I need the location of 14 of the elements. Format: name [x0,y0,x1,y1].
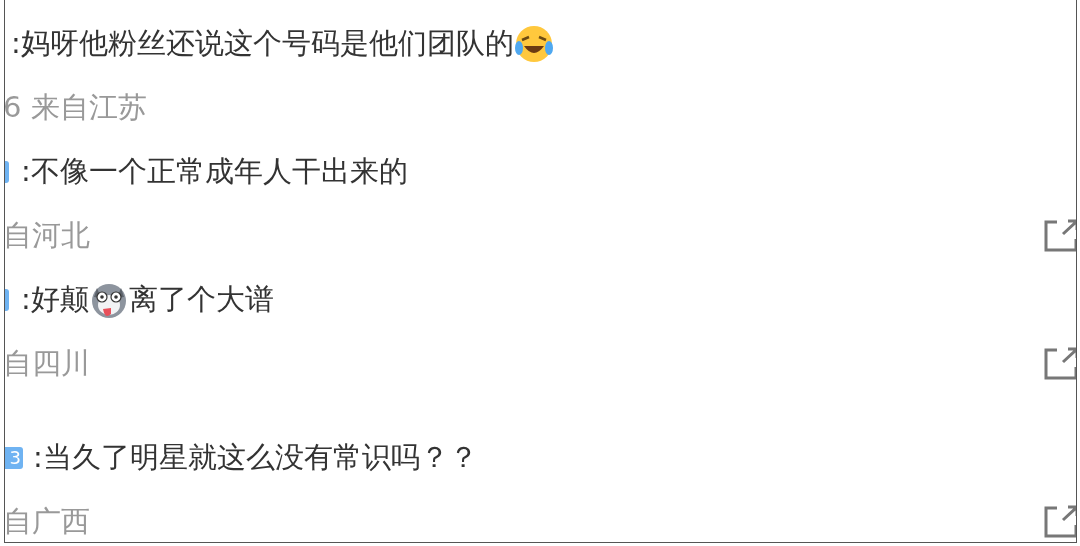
comment-text: :不像一个正常成年人干出来的 [21,153,408,190]
comment-text: :妈呀他粉丝还说这个号码是他们团队的 [11,25,514,62]
comment-location: 6 来自江苏 [5,89,147,126]
comment-text: :当久了明星就这么没有常识吗？？ [33,439,478,476]
comment-location: 自河北 [5,217,90,254]
comment-text: :好颠 [21,281,89,318]
share-icon[interactable] [1043,346,1076,382]
share-icon[interactable] [1043,504,1076,540]
comment-location: 自四川 [5,345,90,382]
share-icon[interactable] [1043,218,1076,254]
comment-location: 自广西 [5,503,90,540]
laughing-tears-emoji-icon [513,24,554,64]
level-badge: 3 [5,447,23,469]
comment-text: 离了个大谱 [128,281,274,318]
